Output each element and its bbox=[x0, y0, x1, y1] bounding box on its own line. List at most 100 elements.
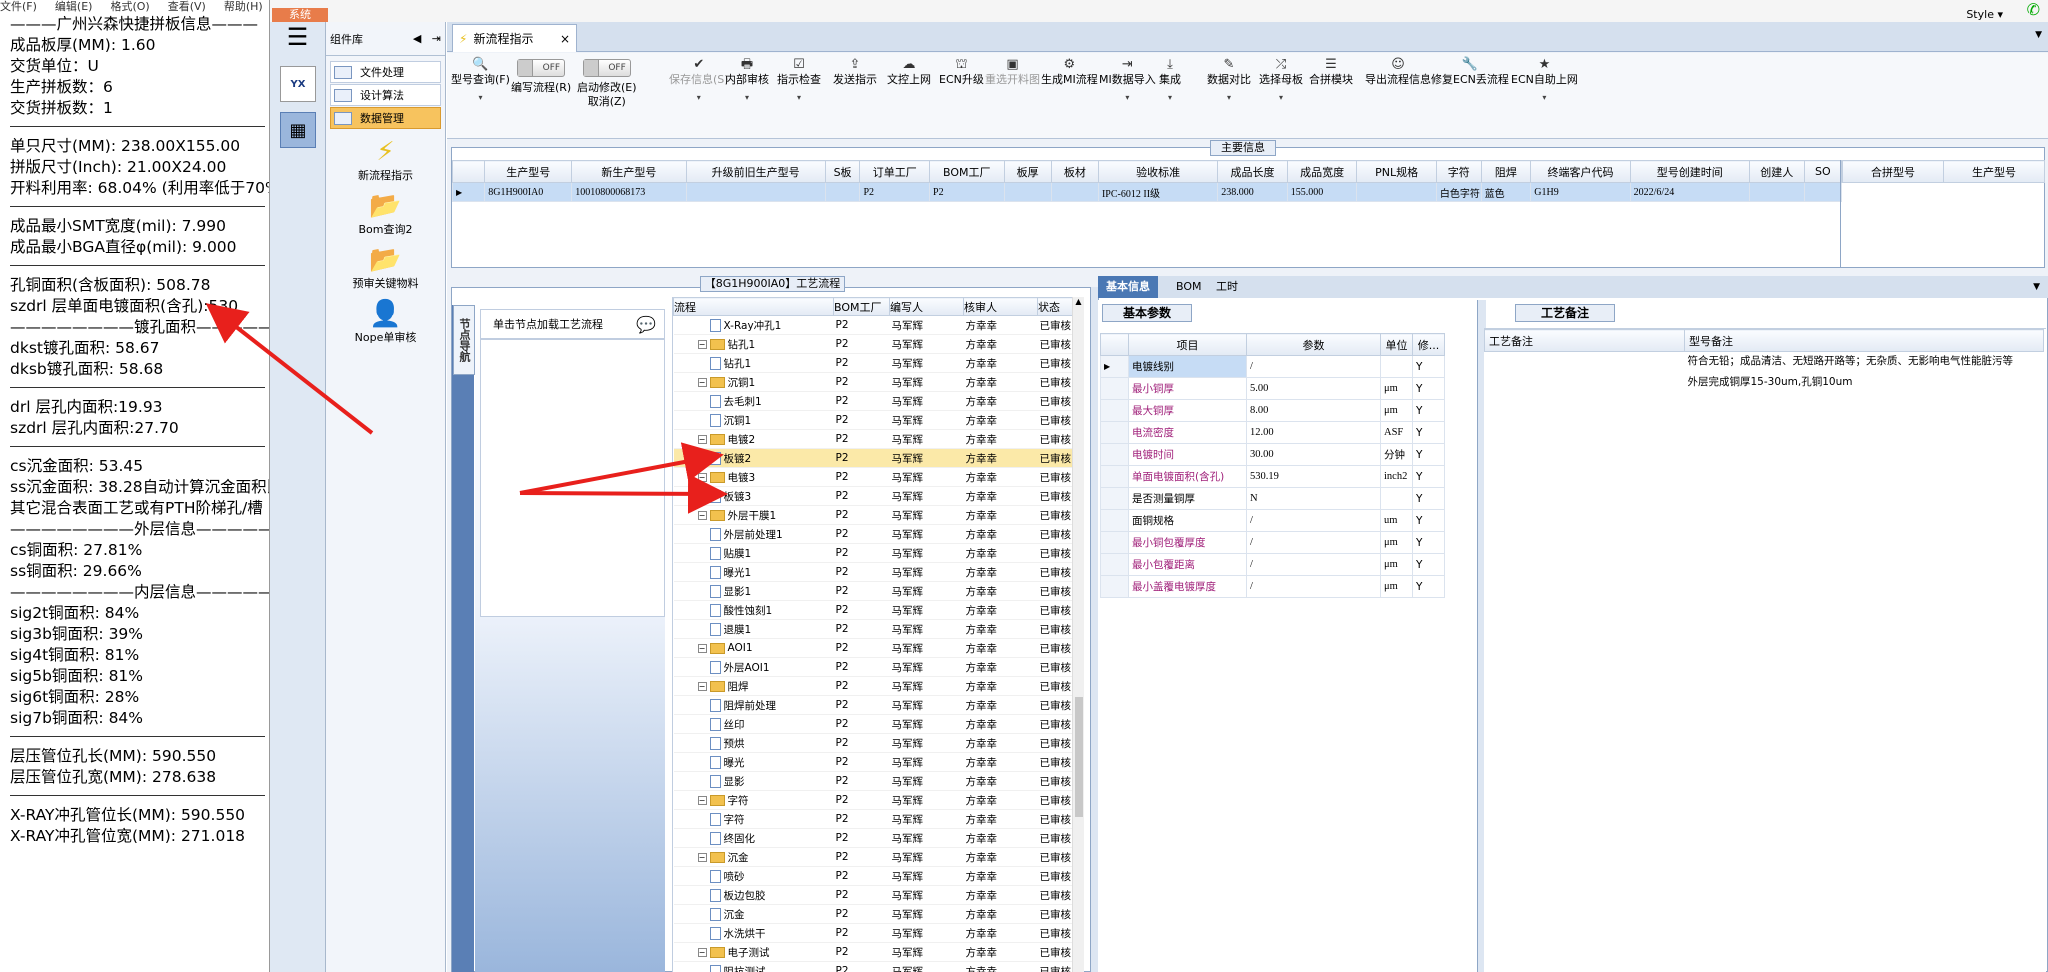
yx-logo-icon[interactable]: YX bbox=[280, 66, 316, 102]
dropdown-arrow-icon[interactable]: ▾ bbox=[451, 93, 510, 102]
param-modify[interactable]: Y bbox=[1412, 421, 1445, 444]
toolbar-button-15[interactable]: ☰ 合拼模块 bbox=[1309, 57, 1353, 87]
dropdown-arrow-icon[interactable]: ▾ bbox=[1159, 93, 1181, 102]
tree-row[interactable]: 水洗烘干 P2 马军辉 方幸幸 已审核 bbox=[673, 923, 1084, 943]
param-value[interactable]: / bbox=[1246, 575, 1381, 598]
param-modify[interactable]: Y bbox=[1412, 531, 1445, 554]
collapse-icon[interactable]: − bbox=[697, 795, 707, 805]
collapse-icon[interactable]: − bbox=[697, 339, 707, 349]
param-value[interactable]: / bbox=[1246, 553, 1381, 576]
tree-row[interactable]: 阻抗测试 P2 马军辉 方幸幸 已审核 bbox=[673, 961, 1084, 972]
toolbar-button-3[interactable]: ✔ 保存信息(S) ▾ bbox=[669, 57, 729, 102]
column-header[interactable]: 板材 bbox=[1050, 160, 1099, 183]
scroll-thumb[interactable] bbox=[1075, 697, 1083, 817]
menu-icon[interactable]: ☰ bbox=[270, 22, 325, 52]
node-nav-tab[interactable]: 节点导航 bbox=[453, 305, 475, 375]
node-hint[interactable]: 单击节点加载工艺流程 💬 bbox=[480, 309, 665, 339]
collapse-arrow-icon[interactable]: ◀ bbox=[413, 32, 421, 45]
table-cell[interactable]: G1H9 bbox=[1530, 182, 1631, 202]
column-header[interactable]: 字符 bbox=[1435, 160, 1482, 183]
tree-scrollbar[interactable]: ▲ bbox=[1072, 297, 1084, 972]
table-cell[interactable]: 10010800068173 bbox=[571, 182, 687, 202]
tree-row[interactable]: − AOI1 P2 马军辉 方幸幸 已审核 bbox=[673, 638, 1084, 658]
column-header[interactable]: 单位 bbox=[1380, 333, 1413, 356]
collapse-icon[interactable]: − bbox=[697, 852, 707, 862]
toolbar-button-13[interactable]: ✎ 数据对比 ▾ bbox=[1207, 57, 1251, 102]
table-cell[interactable]: P2 bbox=[859, 182, 931, 202]
column-header[interactable]: 升级前旧生产型号 bbox=[685, 160, 826, 183]
toolbar-button-4[interactable]: 🖶 内部审核 ▾ bbox=[725, 57, 769, 102]
tab-work-hours[interactable]: 工时 bbox=[1208, 276, 1246, 298]
param-row[interactable]: 最小盖覆电镀厚度 / μm Y bbox=[1100, 575, 1445, 598]
collapse-icon[interactable]: − bbox=[697, 377, 707, 387]
column-header[interactable]: S板 bbox=[824, 160, 861, 183]
toolbar-button-5[interactable]: ☑ 指示检查 ▾ bbox=[777, 57, 821, 102]
phone-icon[interactable]: ✆ bbox=[2027, 0, 2040, 19]
table-cell[interactable] bbox=[1003, 182, 1052, 202]
column-header[interactable]: 订单工厂 bbox=[859, 160, 931, 183]
column-header[interactable]: 核审人 bbox=[963, 297, 1038, 316]
tree-row[interactable]: − 电镀3 P2 马军辉 方幸幸 已审核 bbox=[673, 467, 1084, 487]
param-row[interactable]: ▶ 电镀线别 / Y bbox=[1100, 355, 1445, 378]
tree-row[interactable]: 退膜1 P2 马军辉 方幸幸 已审核 bbox=[673, 619, 1084, 639]
column-header[interactable]: 项目 bbox=[1128, 333, 1247, 356]
table-cell[interactable]: 白色字符 bbox=[1435, 182, 1482, 202]
tool-bom-query[interactable]: 📂 Bom查询2 bbox=[326, 191, 445, 237]
tree-row[interactable]: 钻孔1 P2 马军辉 方幸幸 已审核 bbox=[673, 353, 1084, 373]
column-header[interactable]: 验收标准 bbox=[1097, 160, 1219, 183]
table-cell[interactable]: 155.000 bbox=[1286, 182, 1358, 202]
param-value[interactable]: 12.00 bbox=[1246, 421, 1381, 444]
param-row[interactable]: 最小铜包覆厚度 / μm Y bbox=[1100, 531, 1445, 554]
param-modify[interactable]: Y bbox=[1412, 465, 1445, 488]
param-modify[interactable]: Y bbox=[1412, 355, 1445, 378]
table-row[interactable]: ▶ 8G1H900IA0 10010800068173 P2 P2 IPC-6012 II… bbox=[451, 182, 1843, 202]
toggle-switch[interactable]: OFF bbox=[582, 59, 631, 77]
column-header[interactable]: 编写人 bbox=[889, 297, 964, 316]
dock-icon[interactable]: ⇥ bbox=[432, 32, 441, 45]
tree-row[interactable]: 外层前处理1 P2 马军辉 方幸幸 已审核 bbox=[673, 524, 1084, 544]
column-header[interactable]: 生产型号 bbox=[484, 160, 573, 183]
column-header[interactable]: 修... bbox=[1412, 333, 1445, 356]
database-icon[interactable]: ▦ bbox=[280, 112, 316, 148]
dropdown-icon[interactable]: ▼ bbox=[2025, 276, 2048, 298]
tree-row[interactable]: 终固化 P2 马军辉 方幸幸 已审核 bbox=[673, 828, 1084, 848]
menu-item[interactable]: 文件(F) bbox=[0, 0, 37, 13]
tree-row[interactable]: 外层AOI1 P2 马军辉 方幸幸 已审核 bbox=[673, 657, 1084, 677]
toolbar-button-7[interactable]: ☁ 文控上网 bbox=[887, 57, 931, 87]
tree-row[interactable]: 显影 P2 马军辉 方幸幸 已审核 bbox=[673, 771, 1084, 791]
column-header[interactable]: 型号创建时间 bbox=[1629, 160, 1750, 183]
tree-row[interactable]: 字符 P2 马军辉 方幸幸 已审核 bbox=[673, 809, 1084, 829]
param-row[interactable]: 单面电镀面积(含孔) 530.19 inch2 Y bbox=[1100, 465, 1445, 488]
table-cell[interactable] bbox=[1748, 182, 1805, 202]
param-row[interactable]: 面铜规格 / um Y bbox=[1100, 509, 1445, 532]
column-header[interactable]: 终端客户代码 bbox=[1530, 160, 1631, 183]
tab-basic-info[interactable]: 基本信息 bbox=[1098, 276, 1158, 298]
column-header[interactable]: 生产型号 bbox=[1943, 160, 2045, 183]
dropdown-arrow-icon[interactable]: ▾ bbox=[1099, 93, 1156, 102]
param-modify[interactable]: Y bbox=[1412, 509, 1445, 532]
scroll-up-icon[interactable]: ▲ bbox=[1073, 297, 1084, 306]
tree-row[interactable]: − 电子测试 P2 马军辉 方幸幸 已审核 bbox=[673, 942, 1084, 962]
column-header[interactable]: 板厚 bbox=[1003, 160, 1052, 183]
param-row[interactable]: 是否测量铜厚 N Y bbox=[1100, 487, 1445, 510]
tree-row[interactable]: 酸性蚀刻1 P2 马军辉 方幸幸 已审核 bbox=[673, 600, 1084, 620]
tab-list-icon[interactable]: ▼ bbox=[2035, 30, 2042, 40]
table-cell[interactable]: IPC-6012 II级 bbox=[1097, 182, 1219, 202]
param-row[interactable]: 最小铜厚 5.00 μm Y bbox=[1100, 377, 1445, 400]
tree-row[interactable]: − 字符 P2 马军辉 方幸幸 已审核 bbox=[673, 790, 1084, 810]
param-value[interactable]: 530.19 bbox=[1246, 465, 1381, 488]
tool-nope-review[interactable]: 👤 Nope单审核 bbox=[326, 299, 445, 345]
toolbar-button-2[interactable]: OFF 启动修改(E) 取消(Z) bbox=[577, 57, 637, 109]
complib-item-file[interactable]: 文件处理 bbox=[330, 61, 441, 83]
column-header[interactable]: 参数 bbox=[1246, 333, 1381, 356]
collapse-icon[interactable]: − bbox=[697, 947, 707, 957]
tree-row[interactable]: 曝光1 P2 马军辉 方幸幸 已审核 bbox=[673, 562, 1084, 582]
tree-row[interactable]: 曝光 P2 马军辉 方幸幸 已审核 bbox=[673, 752, 1084, 772]
collapse-icon[interactable]: − bbox=[697, 510, 707, 520]
table-cell[interactable]: 蓝色 bbox=[1480, 182, 1532, 202]
tree-row[interactable]: 预烘 P2 马军辉 方幸幸 已审核 bbox=[673, 733, 1084, 753]
toolbar-button-16[interactable]: ☺ 导出流程信息 bbox=[1365, 57, 1431, 87]
param-modify[interactable]: Y bbox=[1412, 553, 1445, 576]
table-cell[interactable] bbox=[1050, 182, 1099, 202]
toolbar-button-8[interactable]: ⛫ ECN升级 bbox=[939, 57, 984, 87]
